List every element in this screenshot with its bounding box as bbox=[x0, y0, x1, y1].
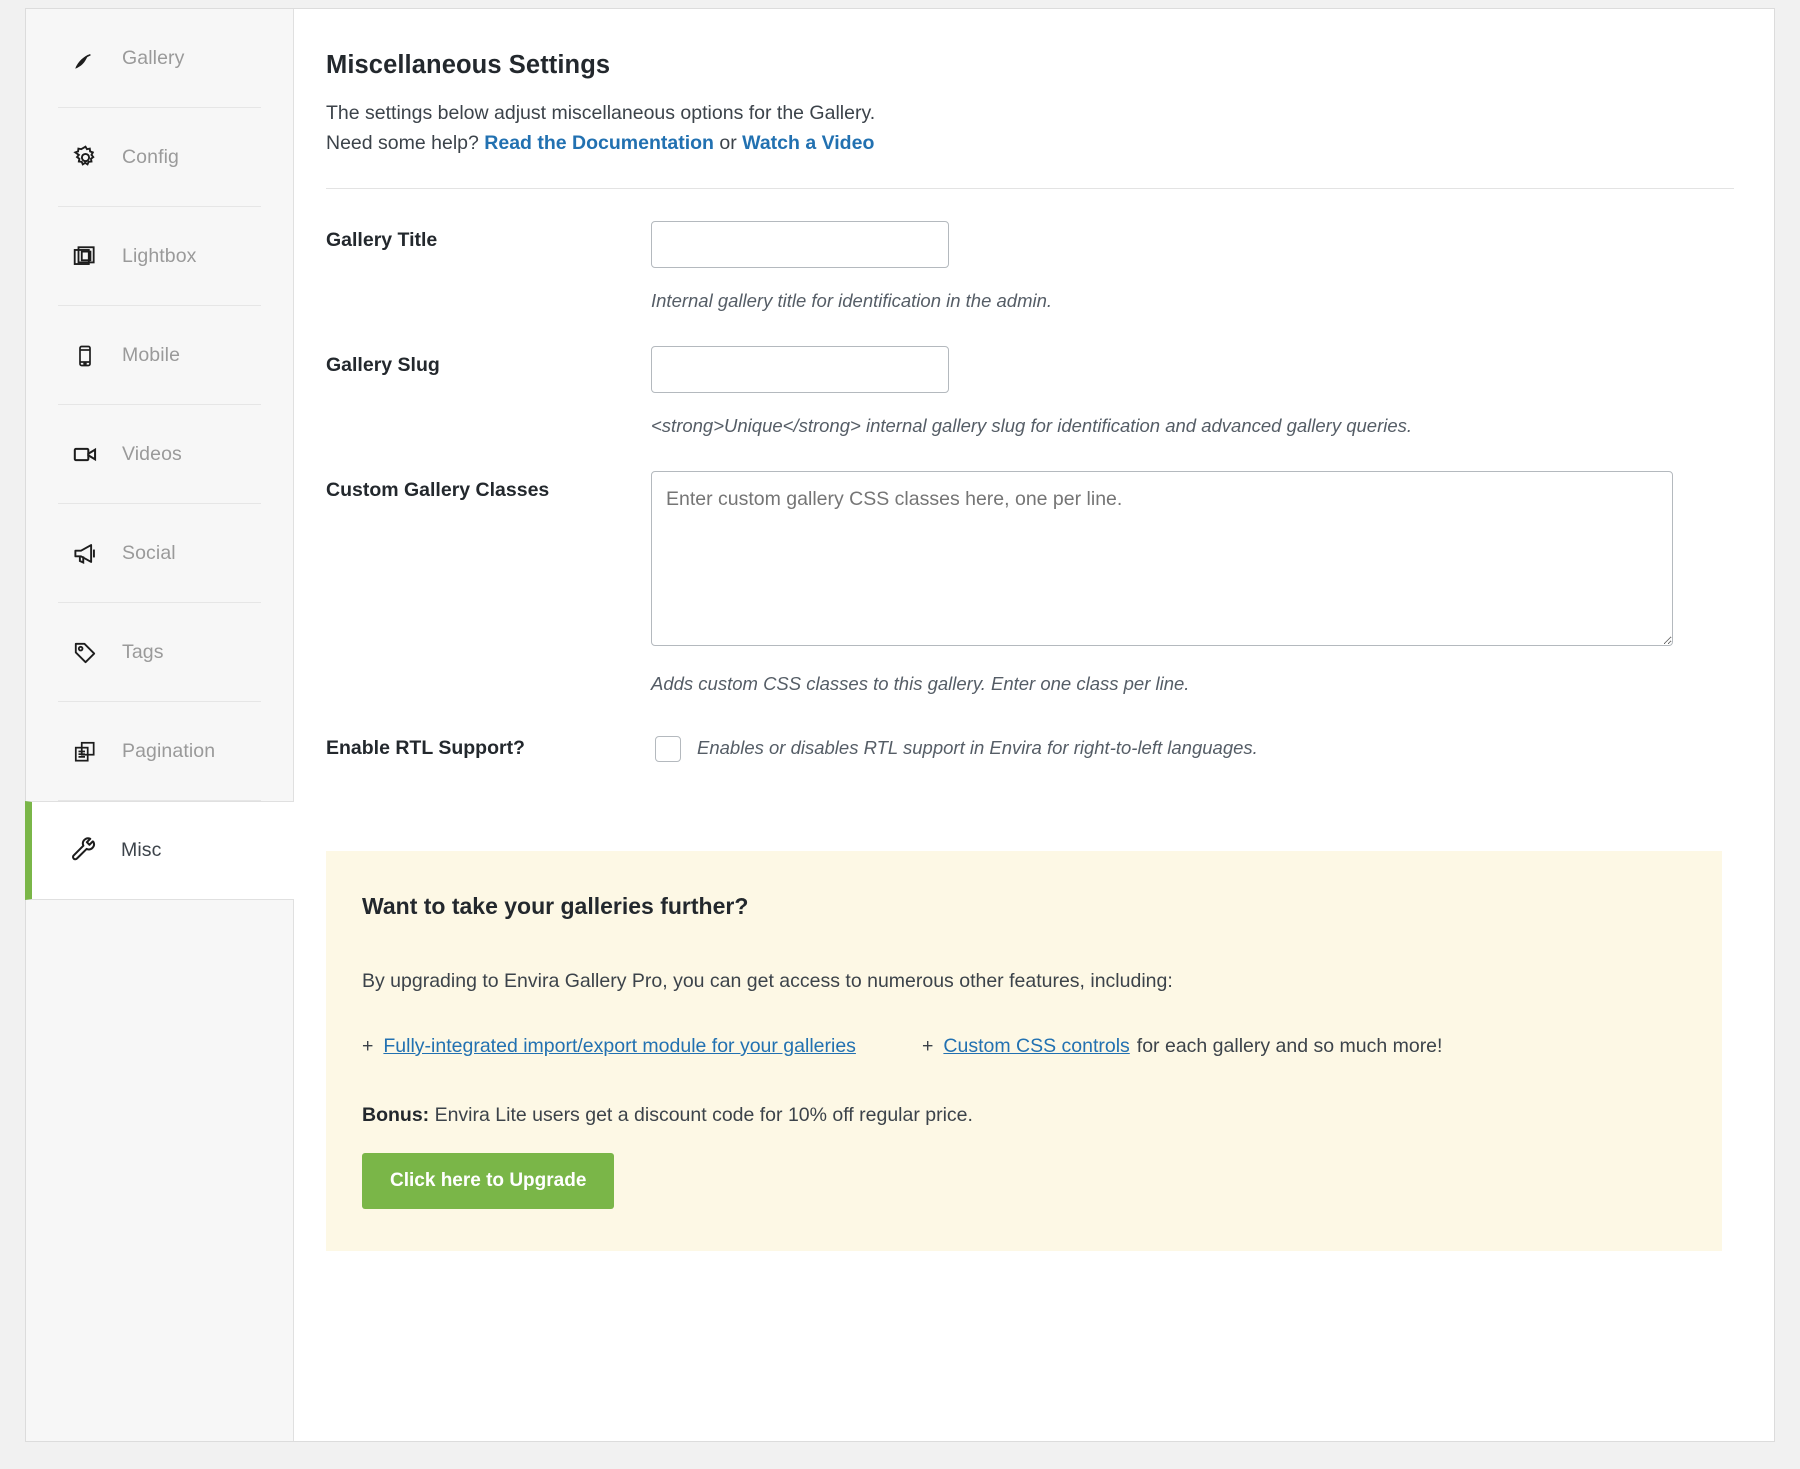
gallery-slug-row: Gallery Slug <strong>Unique</strong> int… bbox=[326, 314, 1734, 439]
sidebar-item-social[interactable]: Social bbox=[26, 504, 293, 603]
custom-css-controls-link[interactable]: Custom CSS controls bbox=[943, 1035, 1129, 1058]
gear-icon bbox=[68, 141, 102, 175]
read-documentation-link[interactable]: Read the Documentation bbox=[484, 132, 714, 154]
layers-icon bbox=[68, 240, 102, 274]
upgrade-feature-item: + Custom CSS controls for each gallery a… bbox=[922, 1035, 1442, 1058]
app-screen: Gallery Config bbox=[0, 0, 1800, 1469]
gallery-slug-input[interactable] bbox=[651, 346, 949, 393]
sidebar-item-pagination[interactable]: Pagination bbox=[26, 702, 293, 801]
watch-video-link[interactable]: Watch a Video bbox=[742, 132, 874, 154]
custom-classes-row: Custom Gallery Classes Adds custom CSS c… bbox=[326, 439, 1734, 697]
megaphone-icon bbox=[68, 537, 102, 571]
sidebar-item-label: Gallery bbox=[122, 47, 184, 70]
settings-content: Miscellaneous Settings The settings belo… bbox=[294, 9, 1774, 1441]
gallery-title-field: Internal gallery title for identificatio… bbox=[651, 221, 1734, 314]
upgrade-promo-box: Want to take your galleries further? By … bbox=[326, 851, 1722, 1251]
upgrade-feature-item: + Fully-integrated import/export module … bbox=[362, 1035, 922, 1058]
gallery-title-label: Gallery Title bbox=[326, 221, 651, 252]
gallery-title-row: Gallery Title Internal gallery title for… bbox=[326, 189, 1734, 314]
wrench-icon bbox=[67, 834, 101, 868]
sidebar-item-label: Misc bbox=[121, 839, 161, 862]
rtl-support-field: Enables or disables RTL support in Envir… bbox=[651, 729, 1734, 765]
video-icon bbox=[68, 438, 102, 472]
sidebar-item-lightbox[interactable]: Lightbox bbox=[26, 207, 293, 306]
gallery-slug-help: <strong>Unique</strong> internal gallery… bbox=[651, 413, 1734, 439]
sidebar-item-mobile[interactable]: Mobile bbox=[26, 306, 293, 405]
page-description-text: The settings below adjust miscellaneous … bbox=[326, 102, 875, 124]
upgrade-subtitle: By upgrading to Envira Gallery Pro, you … bbox=[362, 970, 1686, 993]
sidebar-item-label: Tags bbox=[122, 641, 164, 664]
import-export-link[interactable]: Fully-integrated import/export module fo… bbox=[383, 1035, 856, 1058]
sidebar-item-label: Lightbox bbox=[122, 245, 197, 268]
custom-classes-help: Adds custom CSS classes to this gallery.… bbox=[651, 671, 1734, 697]
upgrade-title: Want to take your galleries further? bbox=[362, 893, 1686, 920]
sidebar-item-misc[interactable]: Misc bbox=[25, 801, 294, 900]
page-title: Miscellaneous Settings bbox=[326, 51, 1734, 80]
settings-panel: Gallery Config bbox=[25, 8, 1775, 1442]
upgrade-button[interactable]: Click here to Upgrade bbox=[362, 1153, 614, 1209]
tag-icon bbox=[68, 636, 102, 670]
sidebar-item-label: Mobile bbox=[122, 344, 180, 367]
rtl-support-checkbox[interactable] bbox=[655, 736, 681, 762]
custom-classes-textarea[interactable] bbox=[651, 471, 1673, 646]
sidebar-filler bbox=[26, 902, 293, 1441]
settings-sidebar: Gallery Config bbox=[26, 9, 294, 1441]
page-description: The settings below adjust miscellaneous … bbox=[326, 99, 1734, 129]
rtl-support-row: Enable RTL Support? Enables or disables … bbox=[326, 697, 1734, 765]
rtl-support-description: Enables or disables RTL support in Envir… bbox=[697, 729, 1258, 759]
mobile-icon bbox=[68, 339, 102, 373]
bonus-label: Bonus: bbox=[362, 1104, 429, 1126]
custom-classes-field: Adds custom CSS classes to this gallery.… bbox=[651, 471, 1734, 697]
gallery-title-input[interactable] bbox=[651, 221, 949, 268]
plus-icon: + bbox=[362, 1035, 373, 1058]
gallery-slug-label: Gallery Slug bbox=[326, 346, 651, 377]
bonus-text: Envira Lite users get a discount code fo… bbox=[435, 1104, 973, 1126]
sidebar-item-gallery[interactable]: Gallery bbox=[26, 9, 293, 108]
plus-icon: + bbox=[922, 1035, 933, 1058]
custom-classes-label: Custom Gallery Classes bbox=[326, 471, 651, 502]
upgrade-feature-list: + Fully-integrated import/export module … bbox=[362, 1035, 1686, 1058]
sidebar-item-label: Videos bbox=[122, 443, 182, 466]
sidebar-item-videos[interactable]: Videos bbox=[26, 405, 293, 504]
sidebar-item-label: Pagination bbox=[122, 740, 215, 763]
sidebar-nav-list: Gallery Config bbox=[26, 9, 293, 900]
sidebar-item-tags[interactable]: Tags bbox=[26, 603, 293, 702]
help-prefix-text: Need some help? bbox=[326, 132, 479, 154]
help-or-text: or bbox=[719, 132, 736, 154]
upgrade-bonus-line: Bonus: Envira Lite users get a discount … bbox=[362, 1104, 1686, 1127]
leaf-icon bbox=[68, 42, 102, 76]
upgrade-feature-trailing-text: for each gallery and so much more! bbox=[1137, 1035, 1443, 1058]
sidebar-item-config[interactable]: Config bbox=[26, 108, 293, 207]
pages-icon bbox=[68, 735, 102, 769]
sidebar-item-label: Social bbox=[122, 542, 176, 565]
rtl-support-label: Enable RTL Support? bbox=[326, 729, 651, 760]
page-help-line: Need some help? Read the Documentation o… bbox=[326, 129, 1734, 159]
gallery-title-help: Internal gallery title for identificatio… bbox=[651, 288, 1734, 314]
gallery-slug-field: <strong>Unique</strong> internal gallery… bbox=[651, 346, 1734, 439]
sidebar-item-label: Config bbox=[122, 146, 179, 169]
